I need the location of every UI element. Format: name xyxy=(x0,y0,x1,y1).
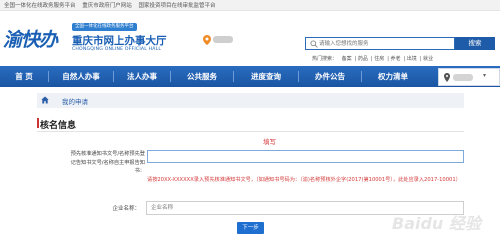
location-pin-icon[interactable] xyxy=(203,35,211,45)
region-selector[interactable]: ▾ xyxy=(438,68,500,86)
site-title: 重庆市网上办事大厅 xyxy=(72,35,167,47)
main-nav: 首 页 自然人办事 法人办事 公共服务 进度查询 办件公告 权力清单 xyxy=(0,66,500,87)
search-box xyxy=(305,37,455,50)
hot-searches: 热门搜索： 备案 | 药品 | 住房 | 养老 | 出境 | 就业 xyxy=(312,56,434,62)
hot-search-label: 热门搜索： xyxy=(312,56,338,62)
hot-search-word[interactable]: 住房 xyxy=(374,56,384,62)
nav-item-power-list[interactable]: 权力清单 xyxy=(362,66,424,87)
nav-item-personal[interactable]: 自然人办事 xyxy=(49,66,113,87)
section-accent-bar xyxy=(37,118,39,128)
top-link[interactable]: 国家投资项目在线审批监管平台 xyxy=(139,3,216,9)
next-step-button[interactable]: 下一步 xyxy=(237,222,264,234)
site-header: 渝快办 全国一体化在线政务服务平台 重庆市网上办事大厅 CHONGQING ON… xyxy=(0,11,500,64)
search-input[interactable] xyxy=(319,39,451,49)
prior-approval-input[interactable] xyxy=(147,150,464,163)
company-name-label: 企业名称： xyxy=(112,206,140,212)
site-subtitle: CHONGQING ONLINE OFFICIAL HALL xyxy=(72,47,162,52)
platform-badge: 全国一体化在线政务服务平台 xyxy=(72,23,137,31)
hot-search-word[interactable]: 出境 xyxy=(407,56,417,62)
region-name-blurred xyxy=(453,74,473,81)
location-name-blurred[interactable] xyxy=(213,36,233,43)
hot-search-word[interactable]: 养老 xyxy=(391,56,401,62)
logo[interactable]: 渝快办 xyxy=(3,25,58,52)
hot-search-word[interactable]: 备案 xyxy=(342,56,352,62)
breadcrumb-current[interactable]: 我的申请 xyxy=(62,96,88,106)
hot-search-word[interactable]: 就业 xyxy=(423,56,433,62)
watermark: Baidu 经验 xyxy=(392,214,481,233)
hot-search-word[interactable]: 药品 xyxy=(358,56,368,62)
nav-item-home[interactable]: 首 页 xyxy=(0,66,48,87)
top-link[interactable]: 重庆市政府门户网站 xyxy=(82,3,132,9)
home-icon[interactable] xyxy=(41,96,49,104)
search-button[interactable]: 搜索 xyxy=(455,37,495,50)
search-icon xyxy=(310,40,318,48)
prior-approval-label: 预先核准通知书文号/名称预先登记告知书文号/名称自主申报告知书： xyxy=(70,151,145,175)
nav-item-announcements[interactable]: 办件公告 xyxy=(299,66,361,87)
section-divider xyxy=(37,131,464,132)
top-links-bar: 全国一体化在线政务服务平台 重庆市政府门户网站 国家投资项目在线审批监管平台 xyxy=(0,0,500,11)
nav-item-public-service[interactable]: 公共服务 xyxy=(171,66,233,87)
location-pin-icon xyxy=(444,73,450,82)
chevron-down-icon: ▾ xyxy=(483,72,487,79)
input-hint: 请按20XX-XXXXXX录入预先核准通知书文号，（如通知书号码为：（渝)名称预… xyxy=(147,177,461,183)
breadcrumb: 我的申请 xyxy=(37,93,464,108)
nav-item-progress[interactable]: 进度查询 xyxy=(234,66,298,87)
top-link[interactable]: 全国一体化在线政务服务平台 xyxy=(4,3,76,9)
nav-item-corporate[interactable]: 法人办事 xyxy=(114,66,170,87)
fill-in-tag: 填写 xyxy=(263,138,276,146)
section-title: 核名信息 xyxy=(40,121,77,131)
